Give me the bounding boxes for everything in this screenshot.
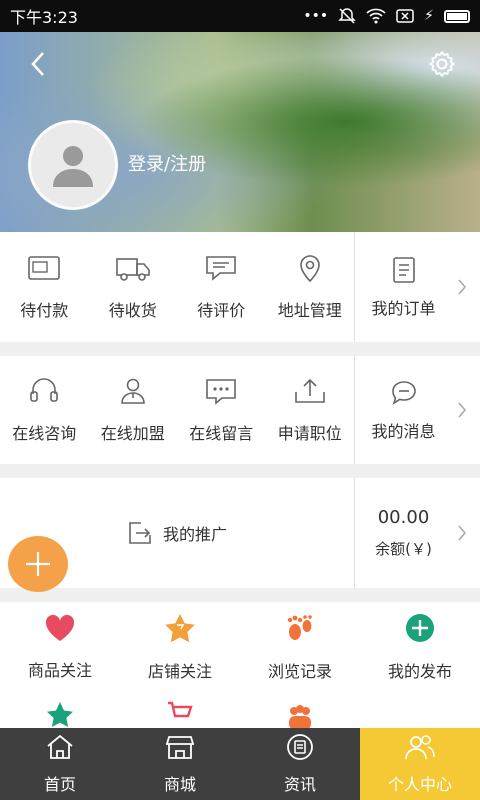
location-icon [295, 253, 325, 287]
message-dots-icon [204, 376, 238, 410]
home-icon [45, 733, 75, 765]
orders-item-location[interactable]: 地址管理 [266, 232, 355, 342]
login-register-link[interactable]: 登录/注册 [128, 150, 206, 176]
heart-icon [43, 613, 77, 647]
services-card: 在线咨询 在线加盟 在线留言 申请职位 我的消息 [0, 356, 480, 464]
extras-item-label: 浏览记录 [267, 662, 332, 681]
extras-row-2-partial [0, 692, 480, 728]
orders-card: 待付款 待收货 待评价 地址管理 我的订单 [0, 232, 480, 342]
extras-item-label: 我的发布 [387, 662, 452, 681]
orders-item-truck[interactable]: 待收货 [89, 232, 178, 342]
chevron-right-icon [458, 402, 467, 418]
services-item-message-dots[interactable]: 在线留言 [177, 356, 266, 464]
floating-add-button[interactable] [8, 536, 68, 592]
chat-bubble-icon [391, 381, 416, 405]
my-messages-button[interactable]: 我的消息 [354, 356, 480, 464]
plus-circle-icon [404, 612, 436, 648]
news-icon [285, 733, 315, 765]
chevron-left-icon [31, 52, 44, 76]
order-list-icon [392, 257, 415, 283]
back-button[interactable] [18, 46, 58, 82]
my-orders-button[interactable]: 我的订单 [354, 232, 480, 342]
chevron-right-icon [458, 279, 467, 295]
avatar[interactable] [28, 120, 118, 210]
sim-card-icon [396, 9, 414, 23]
my-promotion-label: 我的推广 [162, 525, 227, 544]
comment-icon [204, 253, 238, 287]
tab-label: 首页 [43, 775, 76, 794]
wallet-icon [27, 253, 61, 287]
services-item-headset[interactable]: 在线咨询 [0, 356, 89, 464]
settings-button[interactable] [422, 46, 462, 82]
bottom-tab-bar: 首页 商城 资讯 个人中心 [0, 728, 480, 800]
services-item-upload[interactable]: 申请职位 [266, 356, 355, 464]
services-item-label: 申请职位 [277, 424, 342, 443]
tab-news[interactable]: 资讯 [240, 728, 360, 800]
tab-home[interactable]: 首页 [0, 728, 120, 800]
charging-icon: ⚡ [424, 8, 434, 24]
user-silhouette-icon [53, 146, 93, 187]
star-shop-icon [163, 612, 197, 648]
extras-item-star-shop[interactable]: 店铺关注 [120, 602, 240, 692]
share-out-icon [129, 522, 151, 544]
group-icon[interactable] [285, 702, 315, 728]
services-item-label: 在线咨询 [12, 424, 77, 443]
promotion-card: 我的推广 00.00 余额(￥) [0, 478, 480, 588]
extras-item-label: 店铺关注 [147, 662, 212, 681]
my-orders-label: 我的订单 [371, 299, 436, 318]
footprint-icon [283, 612, 317, 648]
balance-button[interactable]: 00.00 余额(￥) [354, 478, 480, 588]
shopping-cart-icon[interactable] [165, 698, 195, 728]
extras-item-plus-circle[interactable]: 我的发布 [360, 602, 480, 692]
extras-item-footprint[interactable]: 浏览记录 [240, 602, 360, 692]
user-join-icon [118, 376, 148, 410]
orders-item-wallet[interactable]: 待付款 [0, 232, 89, 342]
status-time: 下午3:23 [10, 8, 78, 27]
profile-header: 登录/注册 [0, 32, 480, 232]
tab-shop[interactable]: 商城 [120, 728, 240, 800]
wifi-icon [366, 8, 386, 24]
balance-amount: 00.00 [377, 507, 430, 528]
extras-card: 商品关注 店铺关注 浏览记录 我的发布 [0, 602, 480, 728]
my-messages-label: 我的消息 [371, 422, 436, 441]
status-icons: ••• ⚡ [303, 7, 470, 25]
services-item-label: 在线加盟 [100, 424, 165, 443]
tab-label: 资讯 [283, 775, 316, 794]
orders-item-label: 待评价 [197, 301, 246, 320]
green-star-icon[interactable] [45, 700, 75, 728]
status-bar: 下午3:23 ••• ⚡ [0, 0, 480, 32]
chevron-right-icon [458, 525, 467, 541]
extras-item-heart[interactable]: 商品关注 [0, 602, 120, 692]
orders-item-label: 地址管理 [277, 301, 342, 320]
battery-icon [444, 9, 470, 23]
services-item-label: 在线留言 [189, 424, 254, 443]
plus-icon [26, 552, 50, 576]
upload-icon [293, 376, 327, 410]
truck-icon [115, 253, 151, 287]
tab-user-center[interactable]: 个人中心 [360, 728, 480, 800]
tab-label: 个人中心 [387, 775, 452, 794]
headset-icon [28, 376, 60, 410]
orders-item-label: 待收货 [108, 301, 157, 320]
alarm-off-icon [338, 8, 356, 24]
orders-item-label: 待付款 [20, 301, 69, 320]
balance-label: 余额(￥) [375, 540, 432, 558]
tab-label: 商城 [163, 775, 196, 794]
shop-icon [165, 733, 195, 765]
gear-icon [429, 51, 455, 77]
extras-item-label: 商品关注 [27, 661, 92, 680]
orders-item-comment[interactable]: 待评价 [177, 232, 266, 342]
services-item-user-join[interactable]: 在线加盟 [89, 356, 178, 464]
user-center-icon [404, 733, 436, 765]
more-dots-icon: ••• [303, 8, 329, 24]
